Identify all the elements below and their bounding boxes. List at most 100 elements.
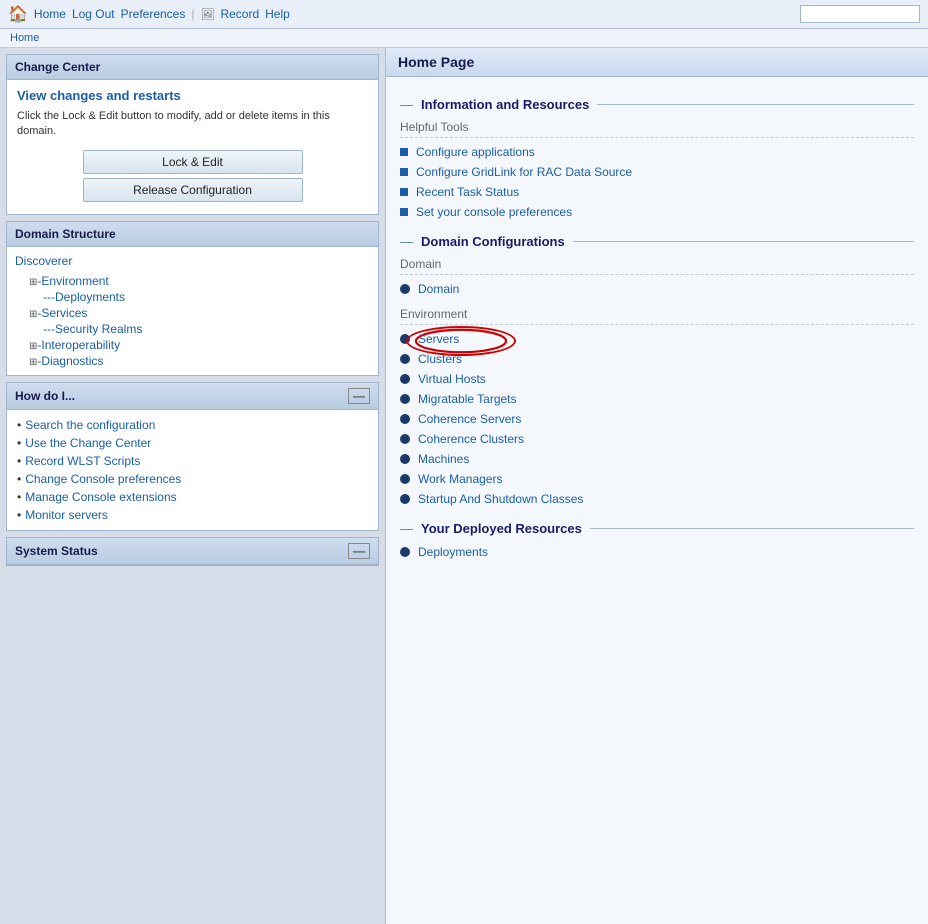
system-status-header: System Status — (7, 538, 378, 565)
coherence-servers-link[interactable]: Coherence Servers (418, 412, 521, 426)
page-title: Home Page (386, 48, 928, 77)
bullet-icon (400, 454, 410, 464)
list-item: Configure applications (400, 142, 914, 162)
how-do-i-change-center[interactable]: Use the Change Center (25, 436, 151, 450)
system-status-minimize[interactable]: — (348, 543, 370, 559)
servers-list-item: Servers (400, 329, 914, 349)
tree-diagnostics[interactable]: ⊞-Diagnostics (15, 353, 370, 369)
nav-preferences-link[interactable]: Preferences (121, 7, 186, 21)
release-config-button[interactable]: Release Configuration (83, 178, 303, 202)
bullet-icon (400, 414, 410, 424)
list-item: Monitor servers (17, 506, 368, 524)
environment-list: Servers Clusters Virtual Hosts Migratabl… (400, 329, 914, 509)
list-item: Change Console preferences (17, 470, 368, 488)
how-do-i-list: Search the configuration Use the Change … (17, 416, 368, 524)
list-item: Clusters (400, 349, 914, 369)
breadcrumb-home[interactable]: Home (10, 32, 39, 44)
helpful-tools-list: Configure applications Configure GridLin… (400, 142, 914, 222)
how-do-i-manage-extensions[interactable]: Manage Console extensions (25, 490, 176, 504)
bullet-icon (400, 547, 410, 557)
bullet-icon (400, 474, 410, 484)
domain-link[interactable]: Domain (418, 282, 459, 296)
bullet-icon (400, 494, 410, 504)
bullet-icon (400, 394, 410, 404)
how-do-i-search[interactable]: Search the configuration (25, 418, 155, 432)
change-center-header: Change Center (7, 55, 378, 80)
list-item: Record WLST Scripts (17, 452, 368, 470)
how-do-i-minimize[interactable]: — (348, 388, 370, 404)
top-nav-bar: 🏠 Home Log Out Preferences | 🖼 Record He… (0, 0, 928, 29)
bullet-icon (400, 354, 410, 364)
domain-title: Domain (400, 257, 914, 275)
search-input[interactable] (800, 5, 920, 23)
right-panel: Home Page Information and Resources Help… (385, 48, 928, 924)
servers-link[interactable]: Servers (418, 332, 459, 346)
virtual-hosts-link[interactable]: Virtual Hosts (418, 372, 486, 386)
nav-home-link[interactable]: Home (34, 7, 66, 21)
list-item: Work Managers (400, 469, 914, 489)
list-item: Use the Change Center (17, 434, 368, 452)
bullet-icon (400, 208, 408, 216)
configure-apps-link[interactable]: Configure applications (416, 145, 535, 159)
breadcrumb: Home (0, 29, 928, 48)
list-item: Migratable Targets (400, 389, 914, 409)
coherence-clusters-link[interactable]: Coherence Clusters (418, 432, 524, 446)
view-changes-link[interactable]: View changes and restarts (17, 88, 368, 103)
domain-structure-section: Domain Structure Discoverer ⊞-Environmen… (6, 221, 379, 376)
left-panel: Change Center View changes and restarts … (0, 48, 385, 924)
deployed-resources-list: Deployments (400, 542, 914, 562)
deployed-resources-section: Your Deployed Resources Deployments (400, 521, 914, 562)
work-managers-link[interactable]: Work Managers (418, 472, 502, 486)
deployed-resources-header: Your Deployed Resources (400, 521, 914, 536)
domain-list: Domain (400, 279, 914, 299)
bullet-icon (400, 434, 410, 444)
recent-task-status-link[interactable]: Recent Task Status (416, 185, 519, 199)
home-icon: 🏠 (8, 4, 28, 24)
list-item: Coherence Clusters (400, 429, 914, 449)
clusters-link[interactable]: Clusters (418, 352, 462, 366)
list-item: Configure GridLink for RAC Data Source (400, 162, 914, 182)
tree-security-realms[interactable]: ---Security Realms (15, 321, 370, 337)
how-do-i-record-wlst[interactable]: Record WLST Scripts (25, 454, 140, 468)
tree-root[interactable]: Discoverer (15, 253, 370, 269)
bullet-icon (400, 374, 410, 384)
list-item: Deployments (400, 542, 914, 562)
list-item: Machines (400, 449, 914, 469)
list-item: Search the configuration (17, 416, 368, 434)
info-resources-section: Information and Resources Helpful Tools … (400, 97, 914, 222)
how-do-i-section: How do I... — Search the configuration U… (6, 382, 379, 531)
how-do-i-header: How do I... — (7, 383, 378, 410)
nav-logout-link[interactable]: Log Out (72, 7, 115, 21)
tree-services[interactable]: ⊞-Services (15, 305, 370, 321)
bullet-icon (400, 168, 408, 176)
how-do-i-monitor-servers[interactable]: Monitor servers (25, 508, 108, 522)
bullet-icon (400, 148, 408, 156)
record-icon: 🖼 (200, 8, 214, 21)
list-item: Manage Console extensions (17, 488, 368, 506)
migratable-targets-link[interactable]: Migratable Targets (418, 392, 517, 406)
list-item: Set your console preferences (400, 202, 914, 222)
info-resources-header: Information and Resources (400, 97, 914, 112)
lock-edit-button[interactable]: Lock & Edit (83, 150, 303, 174)
configure-gridlink-link[interactable]: Configure GridLink for RAC Data Source (416, 165, 632, 179)
change-center-section: Change Center View changes and restarts … (6, 54, 379, 215)
tree-deployments[interactable]: ---Deployments (15, 289, 370, 305)
servers-link-wrap: Servers (418, 332, 459, 346)
domain-structure-header: Domain Structure (7, 222, 378, 247)
domain-configs-header: Domain Configurations (400, 234, 914, 249)
nav-record-link[interactable]: Record (220, 7, 259, 21)
startup-shutdown-link[interactable]: Startup And Shutdown Classes (418, 492, 583, 506)
bullet-icon (400, 188, 408, 196)
tree-interoperability[interactable]: ⊞-Interoperability (15, 337, 370, 353)
how-do-i-console-prefs[interactable]: Change Console preferences (25, 472, 181, 486)
deployments-link[interactable]: Deployments (418, 545, 488, 559)
set-console-prefs-link[interactable]: Set your console preferences (416, 205, 572, 219)
helpful-tools-title: Helpful Tools (400, 120, 914, 138)
tree-environment[interactable]: ⊞-Environment (15, 273, 370, 289)
machines-link[interactable]: Machines (418, 452, 469, 466)
list-item: Startup And Shutdown Classes (400, 489, 914, 509)
change-center-description: Click the Lock & Edit button to modify, … (17, 109, 368, 140)
nav-help-link[interactable]: Help (265, 7, 290, 21)
list-item: Recent Task Status (400, 182, 914, 202)
list-item: Virtual Hosts (400, 369, 914, 389)
